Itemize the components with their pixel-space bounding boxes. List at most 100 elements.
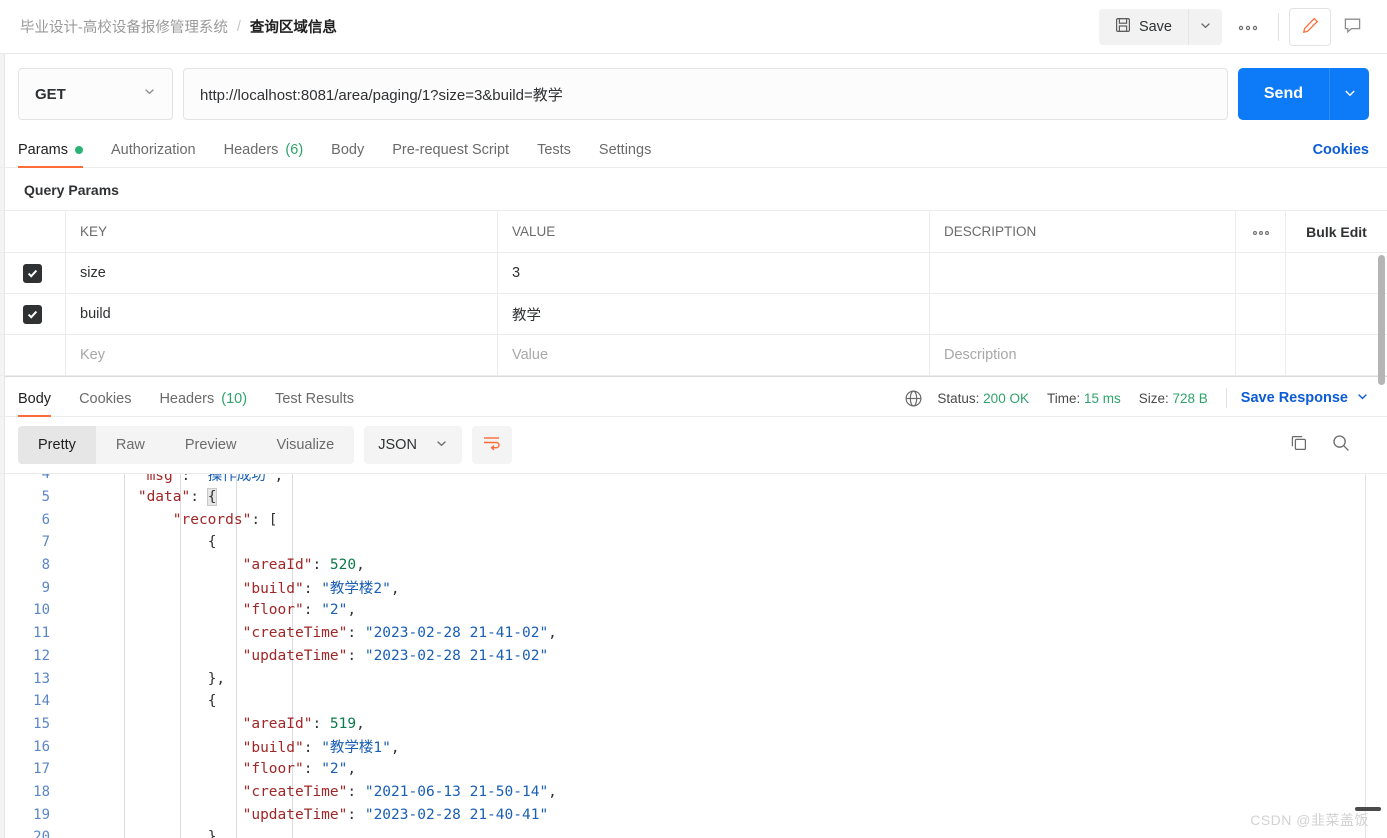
table-row[interactable]: build 教学 <box>0 294 1387 335</box>
edit-request-button[interactable] <box>1289 7 1331 46</box>
copy-button[interactable] <box>1289 433 1309 458</box>
response-tab-body[interactable]: Body <box>18 391 52 417</box>
json-line-number: 19 <box>33 806 50 823</box>
param-key: size <box>80 265 106 281</box>
json-line-number: 8 <box>41 557 50 574</box>
json-line-number: 17 <box>33 761 50 778</box>
param-key: build <box>80 306 111 322</box>
response-tab-test-results[interactable]: Test Results <box>275 391 354 416</box>
row-checkbox-build[interactable] <box>23 304 42 324</box>
send-button[interactable]: Send <box>1237 68 1329 120</box>
response-tabs: Body Cookies Headers (10) Test Results S… <box>0 377 1387 417</box>
tab-pre-request-script-label: Pre-request Script <box>392 142 510 158</box>
tab-tests[interactable]: Tests <box>537 142 571 167</box>
size-label: Size: <box>1138 390 1169 406</box>
url-input[interactable]: http://localhost:8081/area/paging/1?size… <box>183 68 1228 120</box>
response-tab-body-label: Body <box>18 391 52 407</box>
response-tab-cookies-label: Cookies <box>79 391 132 407</box>
breadcrumb-separator: / <box>236 18 241 35</box>
row-options[interactable] <box>1236 253 1286 293</box>
breadcrumb-collection[interactable]: 毕业设计-高校设备报修管理系统 <box>20 16 228 37</box>
json-line-number: 10 <box>33 602 50 619</box>
query-params-title: Query Params <box>24 182 119 198</box>
param-key-placeholder[interactable]: Key <box>80 347 105 363</box>
json-line-code: }, <box>207 670 226 687</box>
table-row-empty[interactable]: Key Value Description <box>0 335 1387 376</box>
search-button[interactable] <box>1331 433 1351 458</box>
tab-params[interactable]: Params <box>18 142 83 168</box>
json-line-code: "updateTime": "2023-02-28 21-40-41" <box>242 806 549 823</box>
cookies-link[interactable]: Cookies <box>1313 142 1369 167</box>
json-line: 10 "floor": "2", <box>0 599 1387 622</box>
json-line: 4 "msg": "操作成功", <box>0 474 1387 486</box>
json-line-number: 13 <box>33 670 50 687</box>
json-line: 12 "updateTime": "2023-02-28 21-41-02" <box>0 645 1387 668</box>
body-format-select[interactable]: JSON <box>364 426 462 464</box>
more-actions-button[interactable] <box>1228 9 1268 45</box>
body-view-mode-group: Pretty Raw Preview Visualize <box>18 426 355 464</box>
breadcrumb-current-request[interactable]: 查询区域信息 <box>250 16 337 37</box>
send-options-button[interactable] <box>1329 68 1369 120</box>
chevron-down-icon <box>1199 19 1212 35</box>
tab-settings[interactable]: Settings <box>599 142 651 167</box>
json-line: 15 "areaId": 519, <box>0 713 1387 736</box>
json-line: 18 "createTime": "2021-06-13 21-50-14", <box>0 781 1387 804</box>
json-line-code: "records": [ <box>172 511 278 528</box>
json-line-code: } <box>207 829 217 838</box>
query-params-table: KEY VALUE DESCRIPTION Bulk Edit size 3 b… <box>0 210 1387 385</box>
json-line-code: "build": "教学楼1", <box>242 740 400 757</box>
body-mode-raw[interactable]: Raw <box>96 426 165 464</box>
json-line-code: "createTime": "2021-06-13 21-50-14", <box>242 783 557 800</box>
tab-authorization[interactable]: Authorization <box>111 142 196 167</box>
tab-body[interactable]: Body <box>331 142 364 167</box>
breadcrumb: 毕业设计-高校设备报修管理系统 / 查询区域信息 <box>20 16 337 37</box>
json-line-number: 11 <box>33 625 50 642</box>
top-bar: 毕业设计-高校设备报修管理系统 / 查询区域信息 Save <box>0 0 1387 54</box>
json-line: 13 }, <box>0 667 1387 690</box>
row-checkbox-size[interactable] <box>23 263 42 283</box>
request-url-bar: GET http://localhost:8081/area/paging/1?… <box>0 54 1387 130</box>
tab-settings-label: Settings <box>598 142 652 158</box>
bulk-edit-button[interactable]: Bulk Edit <box>1286 211 1387 252</box>
status-divider <box>1225 388 1227 408</box>
row-options[interactable] <box>1236 335 1286 375</box>
response-tab-headers[interactable]: Headers (10) <box>159 391 247 416</box>
json-line-number: 12 <box>33 647 50 664</box>
params-modified-dot-icon <box>74 146 83 154</box>
row-end-cell <box>1286 294 1387 334</box>
json-line: 9 "build": "教学楼2", <box>0 576 1387 599</box>
http-method-select[interactable]: GET <box>18 68 173 120</box>
save-dropdown-button[interactable] <box>1188 8 1222 45</box>
tab-headers[interactable]: Headers (6) <box>224 142 304 167</box>
status-value: 200 OK <box>983 390 1029 406</box>
column-header-description: DESCRIPTION <box>944 224 1037 239</box>
response-body-json-viewer[interactable]: 4 "msg": "操作成功", 5 "data": {6 "records": … <box>0 473 1387 838</box>
tab-authorization-label: Authorization <box>110 142 196 158</box>
param-value-placeholder[interactable]: Value <box>512 347 548 363</box>
save-response-button[interactable]: Save Response <box>1241 390 1369 407</box>
table-row[interactable]: size 3 <box>0 253 1387 294</box>
comments-button[interactable] <box>1331 8 1373 46</box>
param-description-placeholder[interactable]: Description <box>944 347 1017 363</box>
toolbar-divider <box>1278 12 1279 41</box>
wrap-lines-button[interactable] <box>471 426 512 464</box>
ellipsis-icon <box>1252 223 1270 241</box>
chevron-down-icon <box>143 85 156 103</box>
response-tab-cookies[interactable]: Cookies <box>79 391 131 416</box>
json-line-number: 7 <box>41 534 50 551</box>
tab-params-label: Params <box>18 142 68 158</box>
body-mode-pretty[interactable]: Pretty <box>18 426 96 464</box>
row-options[interactable] <box>1236 294 1286 334</box>
body-mode-visualize[interactable]: Visualize <box>256 426 354 464</box>
json-line: 7 { <box>0 531 1387 554</box>
tab-pre-request-script[interactable]: Pre-request Script <box>392 142 509 167</box>
params-table-scrollbar[interactable] <box>1378 255 1385 385</box>
body-format-value: JSON <box>378 437 417 453</box>
body-mode-preview[interactable]: Preview <box>165 426 257 464</box>
response-section: Body Cookies Headers (10) Test Results S… <box>0 376 1387 838</box>
param-value: 3 <box>512 265 521 281</box>
response-body-toolbar: Pretty Raw Preview Visualize JSON <box>0 417 1387 473</box>
save-button[interactable]: Save <box>1098 8 1188 45</box>
ellipsis-icon <box>1238 18 1258 35</box>
table-options-button[interactable] <box>1236 211 1286 252</box>
